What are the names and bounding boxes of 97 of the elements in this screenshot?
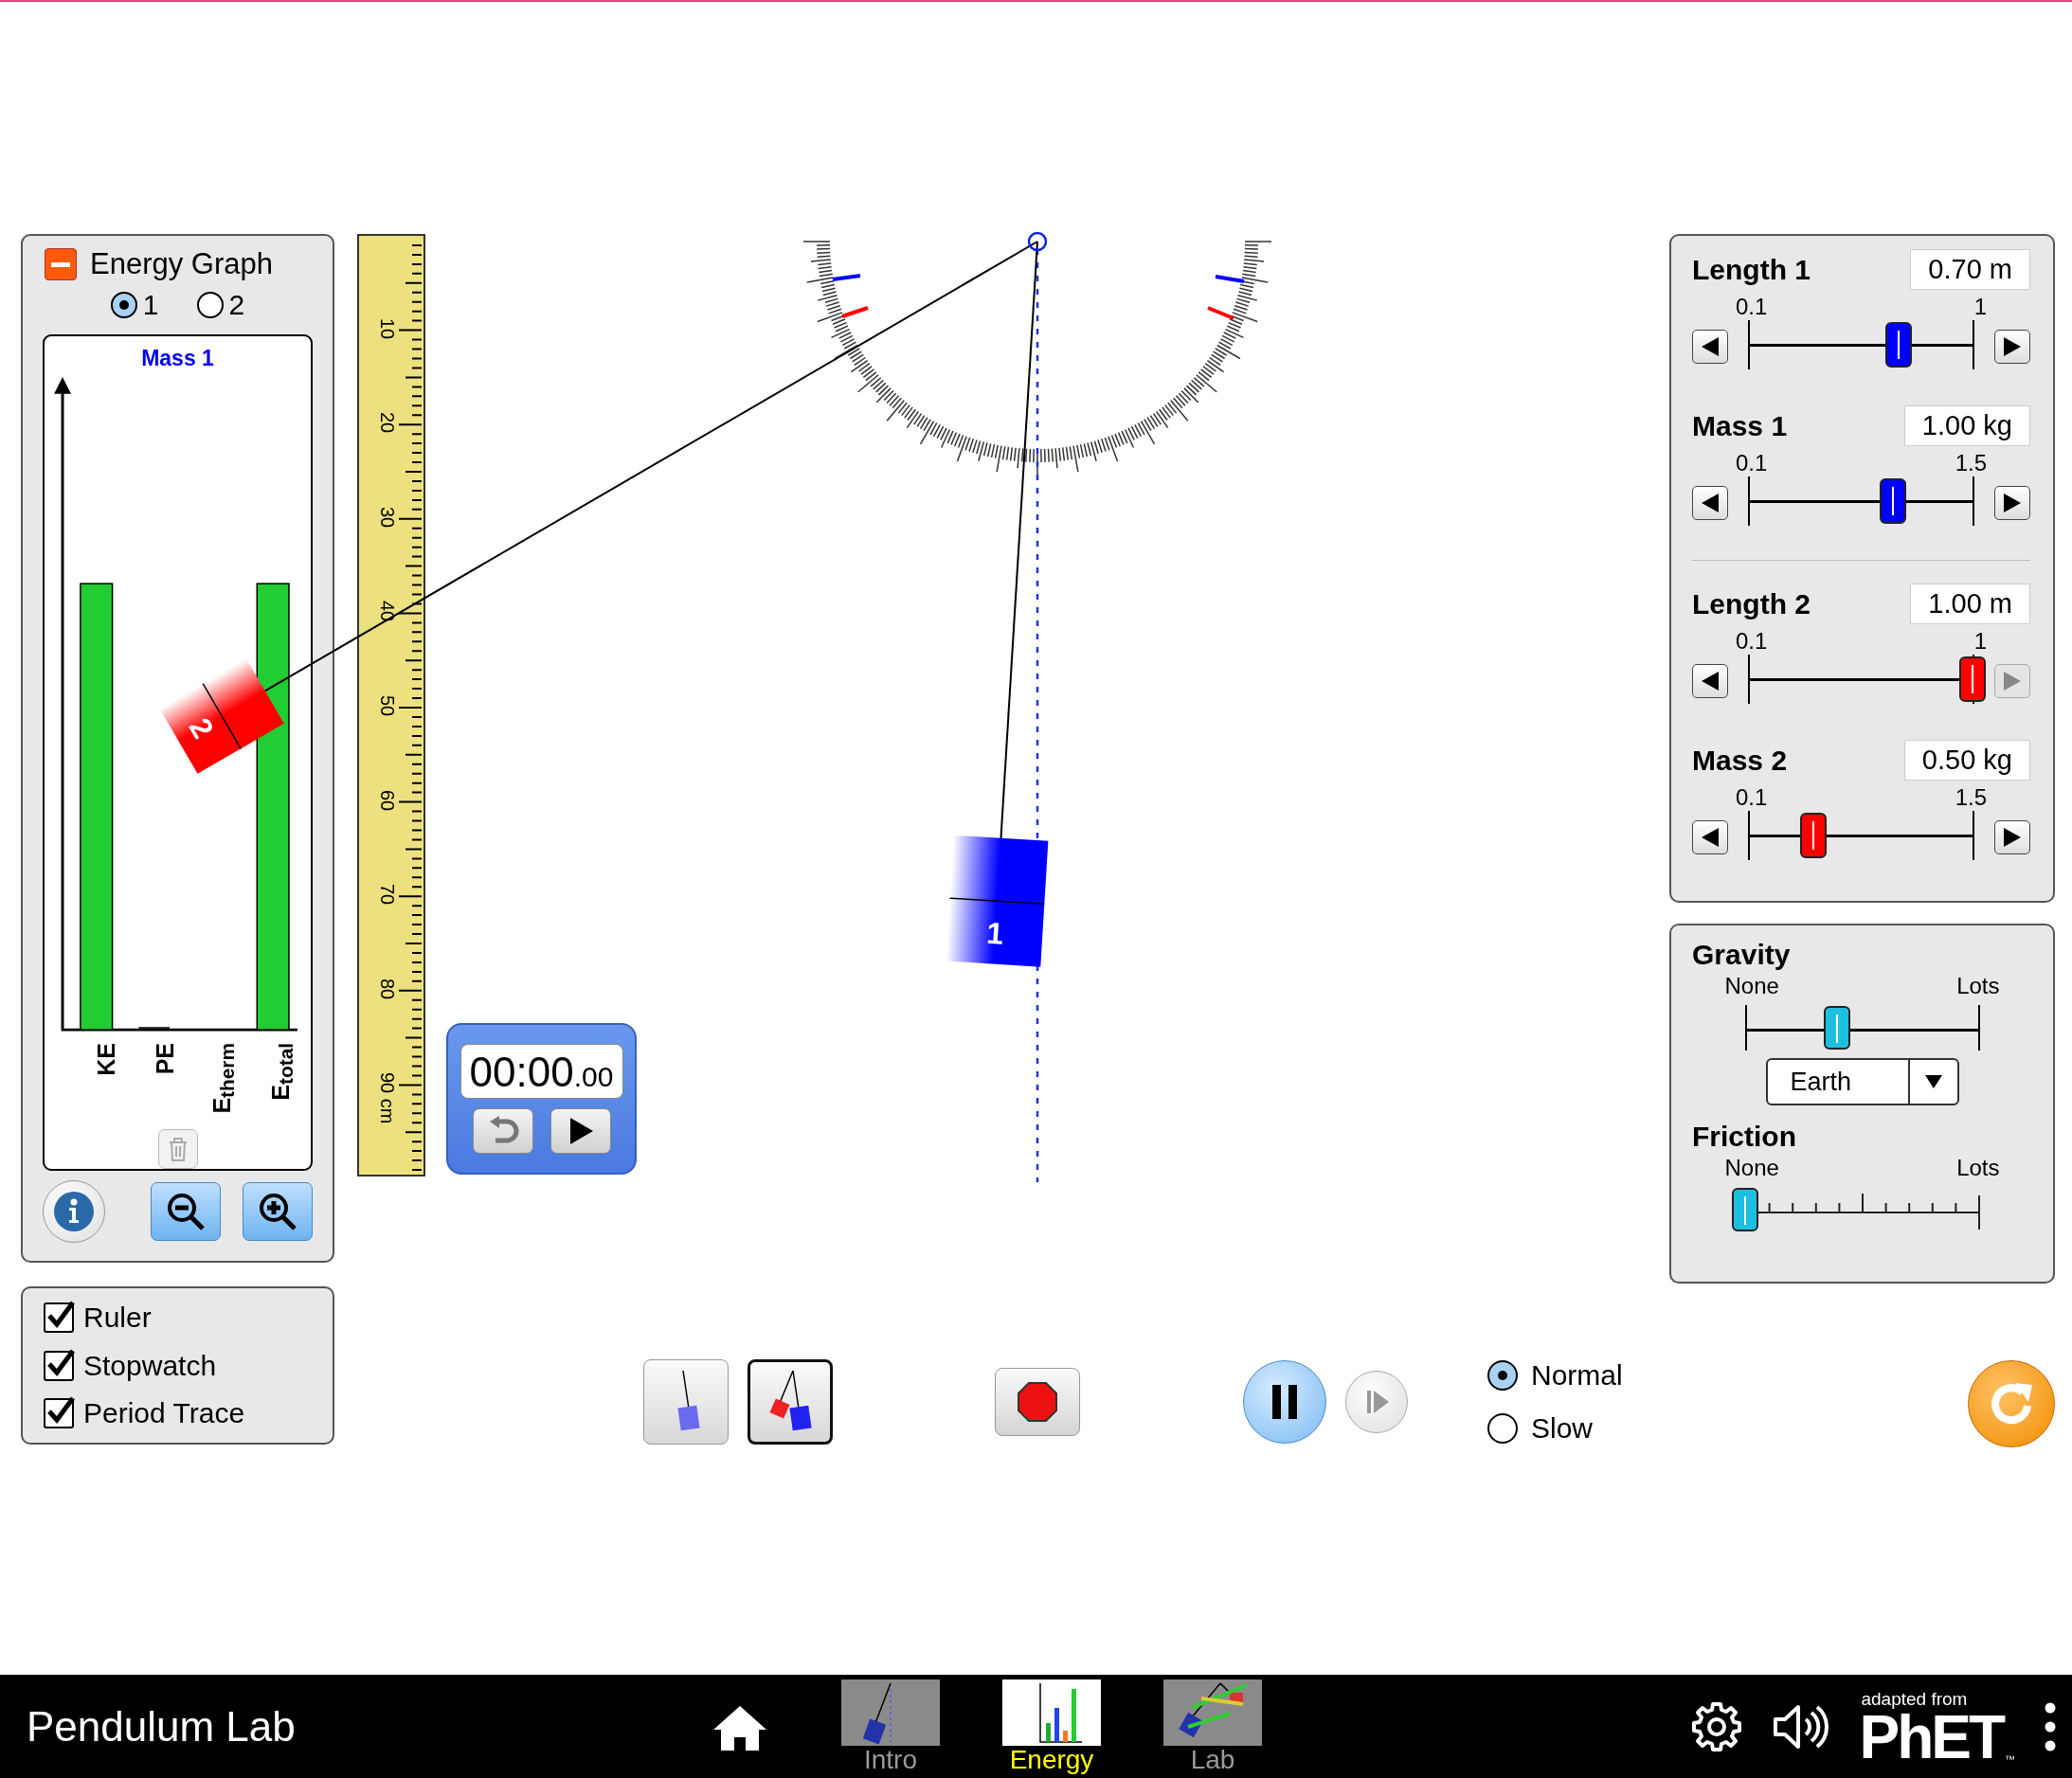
ruler-label: 70 xyxy=(378,884,397,906)
max-label: 1 xyxy=(1973,294,1987,320)
value-display: 0.50 kg xyxy=(1903,740,2030,781)
slider-thumb[interactable] xyxy=(1884,322,1912,368)
trademark-sign: ™ xyxy=(2005,1752,2015,1765)
energy-bar xyxy=(138,1027,171,1030)
phet-logo[interactable]: adapted from PhET™ xyxy=(1859,1688,2015,1765)
slider-label: Length 1 xyxy=(1692,253,1811,286)
right-triangle-icon xyxy=(2002,826,2023,849)
decrease-button[interactable] xyxy=(1692,486,1728,520)
increase-button[interactable] xyxy=(1994,330,2030,364)
right-triangle-icon xyxy=(2002,670,2023,692)
tool-checkbox[interactable]: Ruler xyxy=(44,1302,312,1334)
left-triangle-icon xyxy=(1700,492,1721,514)
value-display: 1.00 m xyxy=(1910,584,2030,624)
slider-thumb[interactable] xyxy=(1823,1006,1850,1050)
left-triangle-icon xyxy=(1700,826,1721,849)
start-stopwatch-button[interactable] xyxy=(550,1108,611,1154)
ruler-label: 50 xyxy=(378,695,397,717)
ruler-label: 90 cm xyxy=(378,1072,397,1124)
mass-radio-button[interactable]: 2 xyxy=(196,289,245,321)
app-title: Pendulum Lab xyxy=(27,1702,296,1751)
stop-button[interactable] xyxy=(995,1368,1080,1436)
stopwatch[interactable]: 00:00.00 xyxy=(446,1023,637,1175)
period-trace-mark xyxy=(1215,275,1245,283)
period-trace-mark xyxy=(841,306,869,318)
zoom-out-icon xyxy=(165,1191,207,1232)
two-pendulums-button[interactable] xyxy=(748,1359,833,1445)
tool-checkbox[interactable]: Period Trace xyxy=(44,1397,312,1429)
mass-number: 1 xyxy=(985,915,1005,951)
stop-sign-icon xyxy=(1017,1381,1058,1423)
ruler-label: 10 xyxy=(378,317,397,339)
min-label: 0.1 xyxy=(1736,784,1768,811)
max-label: 1.5 xyxy=(1955,450,1987,476)
settings-icon xyxy=(1690,1699,1744,1753)
period-trace-mark xyxy=(832,274,861,281)
slider-label: Mass 1 xyxy=(1692,409,1788,442)
slider-thumb[interactable] xyxy=(1880,478,1907,524)
tool-checkbox[interactable]: Stopwatch xyxy=(44,1349,312,1382)
caret-down-icon xyxy=(1923,1074,1943,1089)
zoom-out-button[interactable] xyxy=(151,1182,221,1241)
slider-label: Mass 2 xyxy=(1692,744,1788,777)
right-triangle-icon xyxy=(2002,335,2023,358)
slider-thumb[interactable] xyxy=(1731,1188,1758,1231)
chart-title: Mass 1 xyxy=(141,346,214,371)
ruler-label: 20 xyxy=(378,412,397,434)
mass-radio-button[interactable]: 1 xyxy=(110,289,159,321)
gravity-dropdown[interactable]: Earth xyxy=(1765,1058,1959,1105)
zoom-in-button[interactable] xyxy=(243,1182,313,1241)
period-trace-mark xyxy=(1207,306,1234,320)
mass-number: 2 xyxy=(182,711,221,745)
slider-label: Length 2 xyxy=(1692,587,1811,620)
bar-label: PE xyxy=(152,1043,179,1075)
decrease-button[interactable] xyxy=(1692,820,1728,854)
decrease-button[interactable] xyxy=(1692,664,1728,698)
increase-button[interactable] xyxy=(1994,486,2030,520)
pivot-point xyxy=(1027,231,1048,252)
right-triangle-icon xyxy=(2002,492,2023,514)
screen-tab[interactable]: Energy xyxy=(985,1679,1118,1774)
slider-thumb[interactable] xyxy=(1800,813,1828,858)
min-label: 0.1 xyxy=(1736,450,1768,476)
max-label: 1 xyxy=(1973,628,1987,655)
left-triangle-icon xyxy=(1700,670,1721,692)
bar-label: KE xyxy=(94,1043,120,1076)
min-label: None xyxy=(1724,973,1779,999)
screen-tab[interactable]: Lab xyxy=(1146,1679,1279,1774)
hundredths: .00 xyxy=(573,1061,614,1093)
increase-button[interactable] xyxy=(1994,820,2030,854)
min-label: 0.1 xyxy=(1736,294,1768,320)
elapsed-time: 00:00 xyxy=(469,1049,574,1096)
max-label: 1.5 xyxy=(1955,784,1987,811)
decrease-button[interactable] xyxy=(1692,330,1728,364)
logo-caption: adapted from xyxy=(1861,1688,1968,1710)
collapse-button[interactable] xyxy=(45,248,77,280)
max-label: Lots xyxy=(1956,973,2000,999)
speed-radio-button[interactable]: Slow xyxy=(1487,1412,1623,1445)
min-label: 0.1 xyxy=(1736,628,1768,655)
speed-radio-button[interactable]: Normal xyxy=(1487,1359,1623,1392)
slider-thumb[interactable] xyxy=(1959,656,1986,702)
max-label: Lots xyxy=(1956,1155,2000,1181)
panel-title: Energy Graph xyxy=(90,247,273,281)
reset-stopwatch-button[interactable] xyxy=(472,1108,533,1154)
zoom-in-icon xyxy=(257,1191,298,1232)
ruler-label: 80 xyxy=(378,978,397,1000)
settings-button[interactable] xyxy=(1690,1699,1744,1753)
screen-tab[interactable]: Intro xyxy=(824,1679,957,1774)
info-icon xyxy=(53,1191,95,1232)
one-pendulum-button[interactable] xyxy=(643,1359,729,1445)
min-label: None xyxy=(1724,1155,1779,1181)
value-display: 0.70 m xyxy=(1910,249,2030,290)
ruler-label: 60 xyxy=(378,789,397,811)
friction-label: Friction xyxy=(1692,1121,1797,1153)
left-triangle-icon xyxy=(1700,335,1721,358)
value-display: 1.00 kg xyxy=(1903,405,2030,446)
gravity-label: Gravity xyxy=(1692,939,1792,971)
logo-text: PhET xyxy=(1859,1709,2003,1765)
ruler-label: 30 xyxy=(378,506,397,529)
